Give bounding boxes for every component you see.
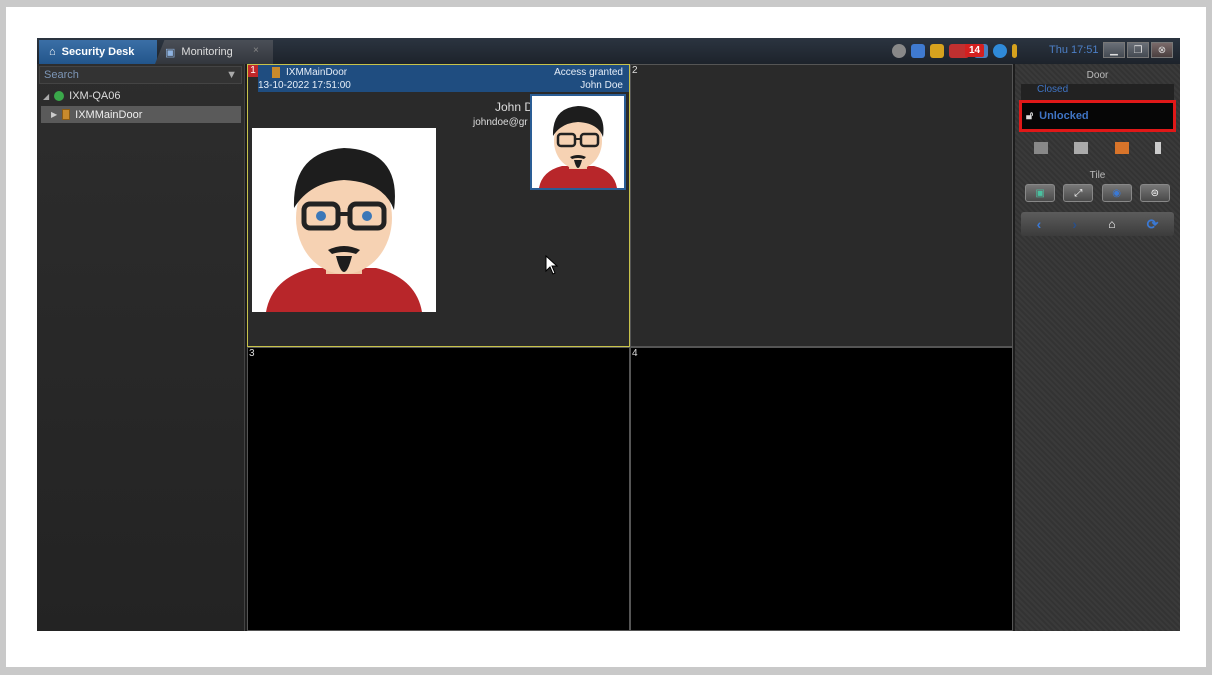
cardholder-thumbnail	[530, 94, 626, 190]
collapse-arrow-icon[interactable]: ◢	[43, 92, 49, 101]
binoculars-button[interactable]: ◉	[1101, 184, 1132, 202]
dashboard-panel: Door Closed 🔓︎ Unlocked Tile ▣ ⤢ ◉ ⊜ ‹ ›…	[1015, 64, 1180, 631]
cardholder-photo	[252, 128, 436, 312]
event-timestamp: 13-10-2022 17:51:00	[258, 80, 351, 91]
back-icon[interactable]: ‹	[1037, 216, 1042, 232]
tree-item-ixm-qa06[interactable]: ◢ IXM-QA06	[43, 90, 121, 102]
tile-section-title: Tile	[1089, 170, 1106, 181]
home-icon: ⌂	[49, 46, 56, 58]
task-icon[interactable]	[911, 44, 925, 58]
tree-item-label: IXM-QA06	[69, 90, 121, 102]
expand-tile-button[interactable]: ⤢	[1063, 184, 1094, 202]
monitoring-icon: ▣	[165, 46, 176, 59]
event-header: IXMMainDoor 13-10-2022 17:51:00 Access g…	[258, 65, 629, 92]
tile-2[interactable]: 2	[630, 64, 1013, 347]
home-tile-icon[interactable]: ⌂	[1108, 217, 1115, 231]
tile-number: 2	[632, 65, 638, 76]
event-door-name: IXMMainDoor	[286, 67, 348, 78]
close-button[interactable]: ⊗	[1151, 42, 1173, 58]
status-icon[interactable]	[1012, 44, 1017, 58]
forward-icon[interactable]: ›	[1072, 216, 1077, 232]
expand-arrow-icon[interactable]: ▶	[51, 110, 57, 119]
door-section-title: Door	[1086, 70, 1109, 81]
system-tray	[892, 42, 1017, 60]
tab-security-desk[interactable]: ⌂ Security Desk	[39, 40, 157, 64]
cardholder-email: johndoe@gr	[473, 117, 528, 128]
override-icon[interactable]	[1114, 142, 1129, 154]
door-actions-row	[1021, 142, 1174, 154]
event-cardholder: John Doe	[580, 80, 623, 91]
network-icon[interactable]	[993, 44, 1007, 58]
close-tab-icon[interactable]: ×	[253, 45, 259, 56]
settings-icon[interactable]	[892, 44, 906, 58]
fullscreen-button[interactable]: ▣	[1025, 184, 1056, 202]
alarm-count-badge: 14	[965, 44, 985, 57]
title-bar: ⌂ Security Desk ▣ Monitoring × 14 Thu 17…	[37, 38, 1180, 64]
clock: Thu 17:51	[1049, 44, 1099, 56]
filter-icon[interactable]: ▼	[226, 69, 237, 81]
tree-item-label: IXMMainDoor	[75, 108, 143, 121]
refresh-icon[interactable]: ⟳	[1147, 216, 1159, 233]
door-icon	[62, 109, 71, 120]
search-input[interactable]: Search ▼	[39, 66, 242, 84]
tile-3[interactable]: 3	[247, 347, 630, 631]
tile-number: 3	[249, 348, 255, 359]
tile-navigation-bar: ‹ › ⌂ ⟳	[1021, 212, 1174, 236]
security-desk-window: ⌂ Security Desk ▣ Monitoring × 14 Thu 17…	[37, 38, 1180, 631]
lock-icon[interactable]	[1034, 142, 1049, 154]
alarm-icon[interactable]	[930, 44, 944, 58]
area-view-panel: Search ▼ ◢ IXM-QA06 ▶ IXMMainDoor	[37, 64, 245, 631]
unlock-door-icon[interactable]	[1074, 142, 1089, 154]
door-closed-status: Closed	[1021, 84, 1174, 100]
avatar-thumbnail-illustration	[532, 96, 624, 188]
tree-item-ixmmaindoor[interactable]: ▶ IXMMainDoor	[41, 106, 241, 123]
tile-4[interactable]: 4	[630, 347, 1013, 631]
tile-number: 1	[248, 65, 258, 77]
minimize-button[interactable]: ▁	[1103, 42, 1125, 58]
restore-button[interactable]: ❐	[1127, 42, 1149, 58]
maintenance-icon[interactable]	[1154, 142, 1161, 154]
tile-number: 4	[632, 348, 638, 359]
door-icon	[272, 67, 280, 78]
unlocked-label: Unlocked	[1039, 110, 1089, 122]
tile-actions-row: ▣ ⤢ ◉ ⊜	[1021, 184, 1174, 202]
door-unlocked-status: 🔓︎ Unlocked	[1019, 100, 1176, 132]
tile-1[interactable]: 1 IXMMainDoor 13-10-2022 17:51:00 Access…	[247, 64, 630, 347]
unlock-icon: 🔓︎	[1026, 109, 1034, 122]
search-placeholder: Search	[44, 69, 79, 81]
tab-label: Monitoring	[181, 46, 233, 58]
clear-tile-button[interactable]: ⊜	[1139, 184, 1170, 202]
mouse-cursor-icon	[545, 255, 559, 275]
cardholder-name: John D	[495, 100, 534, 114]
network-node-icon	[54, 91, 65, 101]
avatar-illustration	[252, 128, 436, 312]
tile-canvas: 1 IXMMainDoor 13-10-2022 17:51:00 Access…	[247, 64, 1013, 631]
closed-label: Closed	[1037, 84, 1069, 95]
tab-label: Security Desk	[61, 46, 135, 58]
event-status: Access granted	[554, 67, 623, 78]
